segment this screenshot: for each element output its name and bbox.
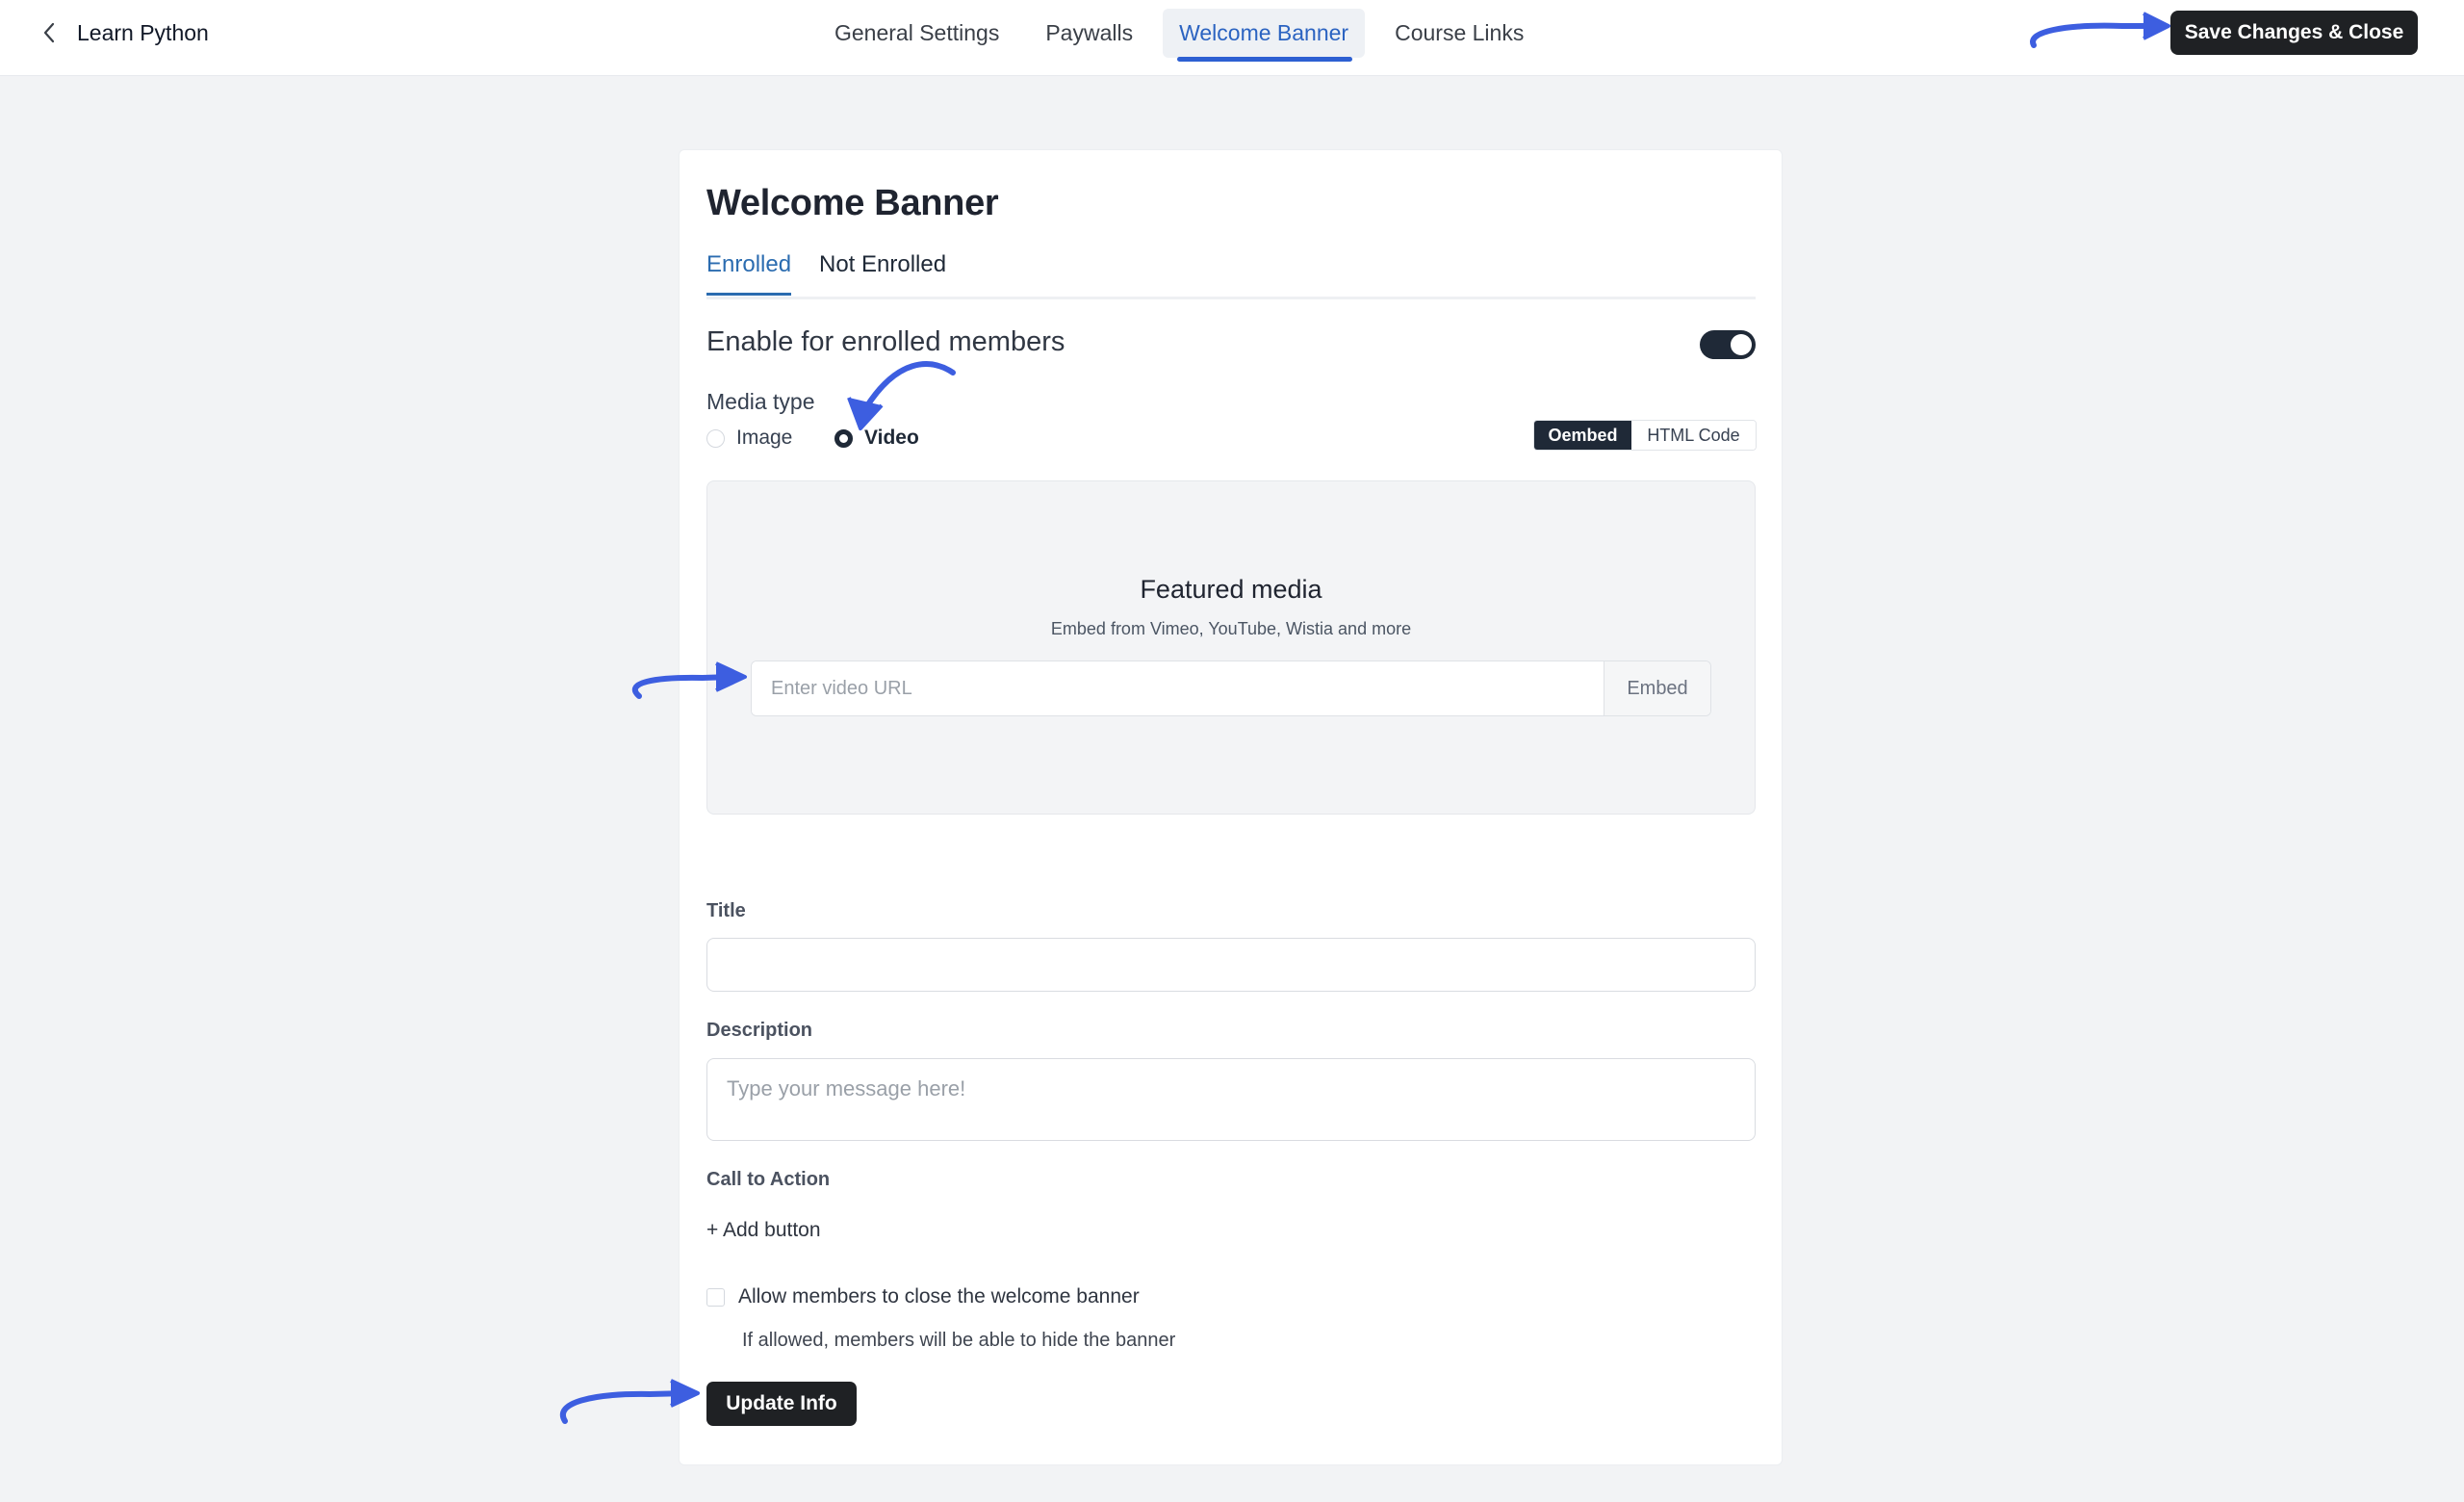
title-input[interactable] [706,938,1756,992]
embed-button[interactable]: Embed [1604,661,1710,715]
course-name: Learn Python [77,19,209,45]
allow-close-label: Allow members to close the welcome banne… [738,1285,1140,1308]
tab-label: Paywalls [1045,19,1134,45]
embed-mode-switch: Oembed HTML Code [1533,420,1757,451]
annotation-arrow-icon [847,361,956,430]
tab-welcome-banner[interactable]: Welcome Banner [1163,8,1366,62]
oembed-option[interactable]: Oembed [1534,421,1631,450]
tab-course-links[interactable]: Course Links [1378,9,1540,58]
update-info-button[interactable]: Update Info [706,1382,857,1426]
enrollment-tabs: Enrolled Not Enrolled [706,251,1756,299]
save-changes-close-button[interactable]: Save Changes & Close [2170,11,2418,55]
media-option-image[interactable]: Image [706,427,792,450]
settings-nav: General Settings Paywalls Welcome Banner… [818,8,1540,62]
media-type-label: Media type [706,389,815,414]
back-button[interactable]: Learn Python [42,15,209,50]
page-title: Welcome Banner [706,183,999,223]
description-label: Description [706,1020,813,1041]
tab-label: Welcome Banner [1179,19,1349,45]
allow-close-help: If allowed, members will be able to hide… [742,1330,1176,1351]
html-code-option[interactable]: HTML Code [1631,421,1756,450]
active-tab-indicator [706,293,792,296]
tab-label: Not Enrolled [819,251,947,277]
tab-general-settings[interactable]: General Settings [818,9,1015,58]
tab-label: General Settings [834,19,1000,45]
chevron-left-icon [43,22,55,43]
tab-enrolled[interactable]: Enrolled [706,251,792,296]
cta-label: Call to Action [706,1169,831,1190]
welcome-banner-card: Welcome Banner Enrolled Not Enrolled Ena… [679,149,1783,1465]
description-textarea[interactable] [706,1058,1756,1141]
annotation-arrow-icon [2030,12,2170,48]
tab-label: Enrolled [706,251,792,277]
video-url-input[interactable] [752,661,1604,715]
tab-paywalls[interactable]: Paywalls [1029,9,1149,58]
annotation-arrow-icon [560,1379,700,1424]
tab-not-enrolled[interactable]: Not Enrolled [819,251,946,278]
featured-media-title: Featured media [1140,575,1322,604]
video-url-group: Embed [751,660,1711,716]
annotation-arrow-icon [631,661,747,699]
allow-close-option[interactable]: Allow members to close the welcome banne… [706,1285,1140,1308]
radio-image[interactable] [706,428,725,448]
add-button-link[interactable]: + Add button [706,1219,821,1242]
radio-label: Image [736,427,793,449]
toggle-knob [1731,334,1752,355]
featured-media-subtitle: Embed from Vimeo, YouTube, Wistia and mo… [1050,619,1412,638]
featured-media-box: Featured media Embed from Vimeo, YouTube… [706,480,1756,815]
title-label: Title [706,900,746,921]
enable-toggle[interactable] [1700,330,1756,359]
allow-close-checkbox[interactable] [706,1287,725,1307]
active-tab-indicator [1177,56,1353,62]
tab-label: Course Links [1395,19,1525,45]
